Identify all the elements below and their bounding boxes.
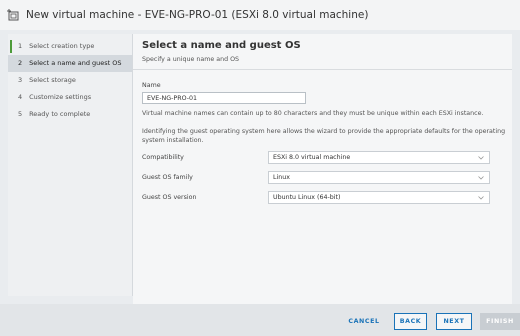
window-title: New virtual machine - EVE-NG-PRO-01 (ESX… (26, 9, 369, 21)
step-label: Ready to complete (29, 110, 91, 118)
guest-os-version-select[interactable]: Ubuntu Linux (64-bit) (268, 191, 490, 204)
name-label: Name (142, 82, 161, 89)
step-customize-settings[interactable]: 4 Customize settings (8, 89, 132, 106)
page-title: Select a name and guest OS (142, 40, 301, 51)
chevron-down-icon (477, 153, 485, 163)
title-bar: New virtual machine - EVE-NG-PRO-01 (ESX… (0, 0, 520, 30)
step-number: 3 (18, 76, 23, 84)
back-button[interactable]: BACK (394, 313, 427, 330)
compatibility-value: ESXi 8.0 virtual machine (273, 154, 351, 161)
wizard-footer: CANCEL BACK NEXT FINISH (0, 304, 520, 336)
cancel-button[interactable]: CANCEL (342, 313, 386, 330)
chevron-down-icon (477, 193, 485, 203)
step-select-creation-type[interactable]: 1 Select creation type (8, 38, 132, 55)
step-label: Select a name and guest OS (29, 59, 122, 67)
step-number: 5 (18, 110, 23, 118)
wizard-content: Select a name and guest OS Specify a uni… (133, 34, 512, 304)
step-select-storage[interactable]: 3 Select storage (8, 72, 132, 89)
step-number: 2 (18, 59, 23, 67)
compatibility-select[interactable]: ESXi 8.0 virtual machine (268, 151, 490, 164)
chevron-down-icon (477, 173, 485, 183)
name-hint: Virtual machine names can contain up to … (142, 110, 484, 117)
vm-add-icon (6, 8, 20, 22)
wizard-steps-nav: 1 Select creation type 2 Select a name a… (8, 34, 133, 296)
step-label: Select creation type (29, 42, 95, 50)
next-button[interactable]: NEXT (436, 313, 472, 330)
header-divider (133, 69, 512, 70)
guest-os-info-line1: Identifying the guest operating system h… (142, 128, 506, 135)
guest-os-family-label: Guest OS family (142, 174, 193, 181)
guest-os-info-line2: system installation. (142, 137, 204, 144)
step-select-name-and-guest-os[interactable]: 2 Select a name and guest OS (8, 55, 132, 72)
guest-os-family-select[interactable]: Linux (268, 171, 490, 184)
step-number: 4 (18, 93, 23, 101)
step-label: Customize settings (29, 93, 92, 101)
page-subtitle: Specify a unique name and OS (142, 56, 240, 63)
guest-os-family-value: Linux (273, 174, 290, 181)
guest-os-version-label: Guest OS version (142, 194, 197, 201)
step-label: Select storage (29, 76, 76, 84)
vm-name-input[interactable] (142, 92, 306, 104)
finish-button[interactable]: FINISH (480, 313, 520, 330)
step-ready-to-complete[interactable]: 5 Ready to complete (8, 106, 132, 123)
guest-os-version-value: Ubuntu Linux (64-bit) (273, 194, 341, 201)
compatibility-label: Compatibility (142, 154, 184, 161)
step-number: 1 (18, 42, 23, 50)
